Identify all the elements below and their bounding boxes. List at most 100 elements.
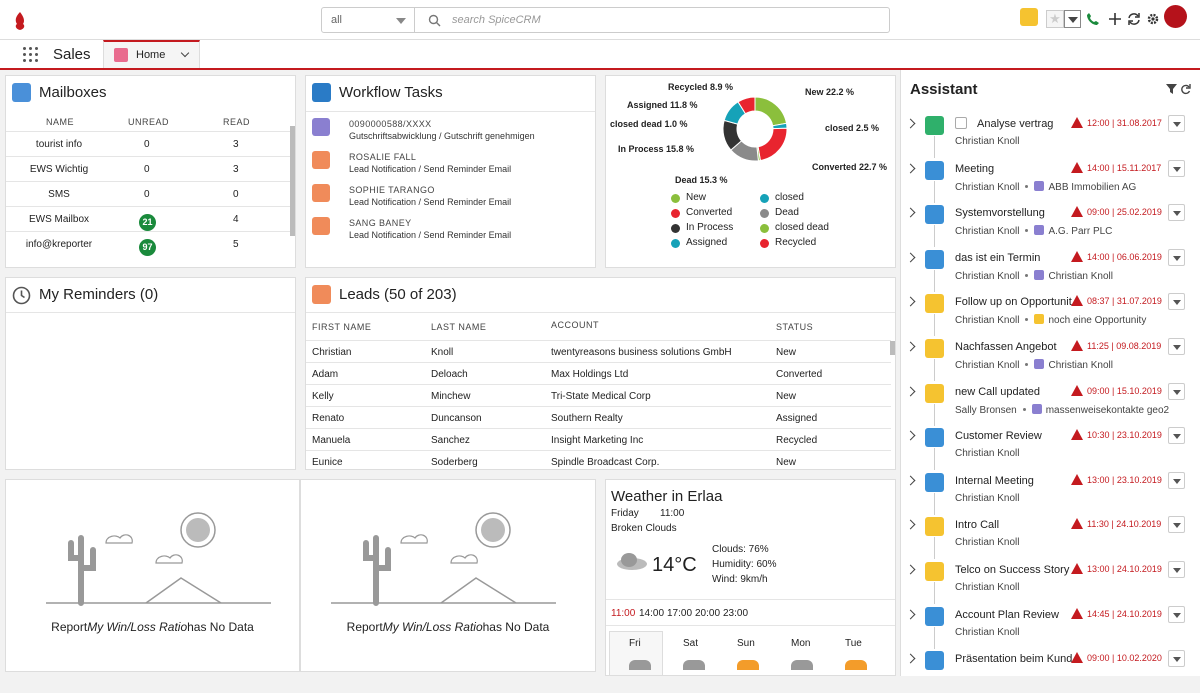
forecast-hour[interactable]: 17:00 xyxy=(667,608,692,619)
column-header[interactable]: STATUS xyxy=(776,322,813,332)
assistant-item-title[interactable]: Nachfassen Angebot xyxy=(955,341,1057,353)
item-actions-dropdown[interactable] xyxy=(1168,427,1185,445)
related-record[interactable]: Christian Knoll xyxy=(1048,360,1112,371)
chevron-right-icon[interactable] xyxy=(905,653,916,664)
column-header[interactable]: LAST NAME xyxy=(431,322,486,332)
legend-item[interactable]: Dead xyxy=(760,207,799,218)
assistant-item[interactable]: Telco on Success Story 13:00 | 24.10.2019… xyxy=(901,560,1200,604)
chevron-right-icon[interactable] xyxy=(905,163,916,174)
scrollbar[interactable] xyxy=(290,126,295,236)
forecast-hour[interactable]: 14:00 xyxy=(639,608,664,619)
mailbox-row[interactable]: tourist info 0 3 xyxy=(6,131,295,156)
chevron-right-icon[interactable] xyxy=(905,341,916,352)
gear-icon[interactable] xyxy=(1146,12,1160,26)
assistant-item[interactable]: Meeting 14:00 | 15.11.2017 Christian Knoll… xyxy=(901,159,1200,203)
chevron-right-icon[interactable] xyxy=(905,296,916,307)
assistant-item[interactable]: Intro Call 11:30 | 24.10.2019 Christian Kn… xyxy=(901,515,1200,560)
chevron-right-icon[interactable] xyxy=(905,386,916,397)
chevron-right-icon[interactable] xyxy=(905,475,916,486)
tab-home[interactable]: Home xyxy=(103,40,200,68)
assistant-item[interactable]: Präsentation beim Kund 09:00 | 10.02.2020 xyxy=(901,649,1200,693)
favorite-dropdown-icon[interactable] xyxy=(1064,10,1081,28)
chevron-right-icon[interactable] xyxy=(905,519,916,530)
phone-icon[interactable] xyxy=(1086,12,1100,26)
workflow-task-item[interactable]: SANG BANEY Lead Notification / Send Remin… xyxy=(312,215,592,248)
assistant-item-title[interactable]: Intro Call xyxy=(955,519,999,531)
table-row[interactable]: Kelly Minchew Tri-State Medical Corp New xyxy=(306,384,891,406)
filter-icon[interactable] xyxy=(1166,84,1177,94)
legend-item[interactable]: In Process xyxy=(671,222,733,233)
donut-slice-new[interactable] xyxy=(754,96,788,127)
table-row[interactable]: Christian Knoll twentyreasons business sol… xyxy=(306,340,891,362)
forecast-hour[interactable]: 11:00 xyxy=(611,608,635,619)
forecast-day[interactable]: Fri xyxy=(629,638,641,649)
workflow-task-item[interactable]: 0090000588/XXXX Gutschriftsabwicklung / G… xyxy=(312,116,592,149)
legend-item[interactable]: closed dead xyxy=(760,222,829,233)
assistant-item[interactable]: Account Plan Review 14:45 | 24.10.2019 Chr… xyxy=(901,605,1200,649)
forecast-hour[interactable]: 20:00 xyxy=(695,608,720,619)
item-actions-dropdown[interactable] xyxy=(1168,248,1185,266)
assistant-item-title[interactable]: Follow up on Opportunit xyxy=(955,296,1072,308)
assistant-item-title[interactable]: Meeting xyxy=(955,163,994,175)
column-header[interactable]: READ xyxy=(223,117,250,127)
mailbox-row[interactable]: SMS 0 0 xyxy=(6,181,295,206)
column-header[interactable]: FIRST NAME xyxy=(312,322,371,332)
assistant-item-title[interactable]: Analyse vertrag xyxy=(977,118,1053,130)
assistant-item[interactable]: Internal Meeting 13:00 | 23.10.2019 Christ… xyxy=(901,471,1200,515)
column-header[interactable]: UNREAD xyxy=(128,117,169,127)
mailbox-row[interactable]: info@kreporter 97 5 xyxy=(6,231,295,256)
legend-item[interactable]: New xyxy=(671,192,706,203)
table-row[interactable]: Eunice Soderberg Spindle Broadcast Corp. Ne… xyxy=(306,450,891,469)
mailbox-row[interactable]: EWS Wichtig 0 3 xyxy=(6,156,295,181)
table-row[interactable]: Adam Deloach Max Holdings Ltd Converted xyxy=(306,362,891,384)
assistant-item-title[interactable]: Internal Meeting xyxy=(955,475,1034,487)
related-record[interactable]: noch eine Opportunity xyxy=(1048,315,1146,326)
forecast-day[interactable]: Tue xyxy=(845,638,862,649)
forecast-day[interactable]: Sun xyxy=(737,638,755,649)
assistant-item[interactable]: new Call updated 09:00 | 15.10.2019 Sally … xyxy=(901,382,1200,426)
donut-slice-converted[interactable] xyxy=(757,127,788,162)
forecast-day[interactable]: Sat xyxy=(683,638,698,649)
item-actions-dropdown[interactable] xyxy=(1168,159,1185,177)
workflow-task-item[interactable]: SOPHIE TARANGO Lead Notification / Send R… xyxy=(312,182,592,215)
column-header[interactable]: ACCOUNT xyxy=(551,320,599,330)
search-scope-select[interactable]: all xyxy=(321,7,415,33)
assistant-item[interactable]: Customer Review 10:30 | 23.10.2019 Christi… xyxy=(901,426,1200,471)
refresh-icon[interactable] xyxy=(1180,84,1191,95)
item-actions-dropdown[interactable] xyxy=(1168,516,1185,534)
spicecrm-logo-icon[interactable] xyxy=(12,11,28,31)
legend-item[interactable]: Converted xyxy=(671,207,732,218)
item-actions-dropdown[interactable] xyxy=(1168,561,1185,578)
legend-item[interactable]: closed xyxy=(760,192,804,203)
assistant-item-title[interactable]: das ist ein Termin xyxy=(955,252,1040,264)
item-actions-dropdown[interactable] xyxy=(1168,115,1185,132)
scrollbar[interactable] xyxy=(890,341,895,355)
table-row[interactable]: Renato Duncanson Southern Realty Assigned xyxy=(306,406,891,428)
refresh-icon[interactable] xyxy=(1127,12,1141,26)
forecast-day[interactable]: Mon xyxy=(791,638,810,649)
related-record[interactable]: Christian Knoll xyxy=(1048,271,1112,282)
assistant-item-title[interactable]: Präsentation beim Kund xyxy=(955,653,1072,665)
assistant-item[interactable]: Follow up on Opportunit 08:37 | 31.07.201… xyxy=(901,292,1200,337)
chevron-right-icon[interactable] xyxy=(905,609,916,620)
related-record[interactable]: ABB Immobilien AG xyxy=(1048,182,1136,193)
assistant-item-title[interactable]: new Call updated xyxy=(955,386,1040,398)
mailbox-row[interactable]: EWS Mailbox 21 4 xyxy=(6,206,295,231)
add-icon[interactable] xyxy=(1108,12,1122,26)
assistant-item[interactable]: Nachfassen Angebot 11:25 | 09.08.2019 Chri… xyxy=(901,337,1200,381)
item-actions-dropdown[interactable] xyxy=(1168,650,1185,668)
task-checkbox[interactable] xyxy=(955,117,967,129)
avatar[interactable] xyxy=(1164,5,1187,28)
search-input[interactable]: search SpiceCRM xyxy=(414,7,890,33)
chevron-right-icon[interactable] xyxy=(905,430,916,441)
app-name[interactable]: Sales xyxy=(53,46,91,63)
legend-item[interactable]: Assigned xyxy=(671,237,727,248)
table-row[interactable]: Manuela Sanchez Insight Marketing Inc Recyc… xyxy=(306,428,891,450)
assistant-item-title[interactable]: Account Plan Review xyxy=(955,609,1059,621)
forecast-hour[interactable]: 23:00 xyxy=(723,608,748,619)
chevron-down-icon[interactable] xyxy=(180,48,190,58)
related-record[interactable]: massenweisekontakte geo2 xyxy=(1046,405,1169,416)
item-actions-dropdown[interactable] xyxy=(1168,338,1185,355)
assistant-item[interactable]: Systemvorstellung 09:00 | 25.02.2019 Chris… xyxy=(901,203,1200,248)
item-actions-dropdown[interactable] xyxy=(1168,382,1185,400)
